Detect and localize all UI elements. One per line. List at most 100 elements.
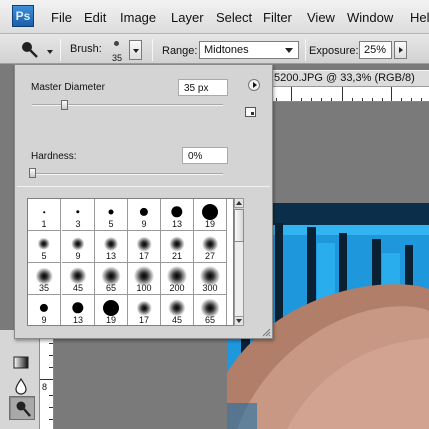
horizontal-ruler[interactable] (270, 87, 429, 102)
brush-size-label: 65 (105, 283, 116, 293)
ruler-tick (331, 98, 332, 101)
brush-preset[interactable]: 5 (95, 199, 128, 231)
master-diameter-slider-thumb[interactable] (61, 100, 68, 110)
ruler-tick (49, 407, 53, 408)
panel-menu-button[interactable] (248, 79, 260, 91)
hardness-slider[interactable] (32, 173, 223, 175)
ruler-tick (301, 98, 302, 101)
ruler-tick (411, 98, 412, 101)
brush-preset[interactable]: 27 (194, 231, 227, 263)
chevron-down-icon[interactable] (47, 50, 53, 54)
ruler-tick (49, 343, 53, 344)
tool-preset-picker[interactable] (19, 40, 45, 60)
scrollbar-thumb[interactable] (234, 209, 244, 242)
brush-tip-icon (171, 206, 183, 218)
brush-preset[interactable]: 5 (28, 231, 61, 263)
brush-size-label: 200 (169, 283, 185, 293)
vertical-ruler[interactable]: 8 (39, 335, 54, 429)
brush-size-label: 9 (41, 315, 47, 325)
menu-layer[interactable]: Layer (171, 10, 204, 25)
ruler-number: 8 (42, 382, 48, 392)
ruler-tick (49, 355, 53, 356)
brush-tip-icon (202, 236, 218, 252)
menu-view[interactable]: View (307, 10, 335, 25)
gradient-tool[interactable] (9, 352, 35, 376)
brush-preset[interactable]: 21 (161, 231, 194, 263)
ruler-tick (49, 419, 53, 420)
ruler-tick (49, 367, 53, 368)
range-select[interactable]: Midtones (199, 41, 299, 59)
ruler-tick (401, 98, 402, 101)
brush-tip-icon (139, 207, 149, 217)
scroll-up-button[interactable] (234, 198, 244, 208)
exposure-slider-button[interactable] (394, 41, 407, 59)
menu-edit[interactable]: Edit (84, 10, 106, 25)
brush-size-label: 45 (171, 315, 182, 325)
resize-grip-icon[interactable] (262, 328, 271, 337)
exposure-input[interactable]: 25% (359, 41, 392, 59)
menu-filter[interactable]: Filter (263, 10, 292, 25)
brush-preset[interactable]: 13 (95, 231, 128, 263)
brush-preset[interactable]: 13 (161, 199, 194, 231)
brush-size-label: 19 (204, 219, 215, 229)
menu-file[interactable]: File (51, 10, 72, 25)
brush-preview-icon[interactable] (114, 41, 119, 46)
brush-preset[interactable]: 200 (161, 263, 194, 295)
brush-tip-icon (43, 211, 45, 213)
brush-preset[interactable]: 45 (62, 263, 95, 295)
blur-tool[interactable] (9, 374, 35, 398)
hardness-field[interactable]: 0% (182, 147, 228, 164)
divider (60, 39, 61, 61)
divider (152, 39, 153, 61)
brush-preset[interactable]: 3 (62, 199, 95, 231)
brush-preset[interactable]: 9 (128, 199, 161, 231)
brush-tip-icon (104, 237, 118, 251)
brush-preset[interactable]: 300 (194, 263, 227, 295)
brush-preset-picker: Master Diameter 35 px Hardness: 0% 13591… (14, 64, 273, 339)
photoshop-logo: Ps (12, 5, 34, 27)
brush-preset[interactable]: 13 (62, 295, 95, 325)
brush-size-label: 9 (141, 219, 147, 229)
new-preset-icon[interactable] (245, 107, 256, 117)
brush-preset[interactable]: 9 (28, 295, 61, 325)
brush-size-label: 19 (105, 315, 116, 325)
brush-preset[interactable]: 9 (62, 231, 95, 263)
brush-tip-icon (103, 300, 119, 316)
burn-tool[interactable] (9, 396, 35, 420)
brush-preset[interactable]: 65 (194, 295, 227, 325)
hardness-slider-thumb[interactable] (29, 168, 36, 178)
brush-size-label: 45 (72, 283, 83, 293)
brush-size-label: 13 (72, 315, 83, 325)
ruler-tick (372, 98, 373, 101)
brush-tip-icon (76, 210, 80, 214)
ruler-tick (342, 87, 343, 101)
brush-preset[interactable]: 19 (194, 199, 227, 231)
menu-window[interactable]: Window (347, 10, 393, 25)
brush-size-value: 35 (112, 53, 123, 63)
master-diameter-field[interactable]: 35 px (178, 79, 228, 96)
brush-preset[interactable]: 17 (128, 295, 161, 325)
brush-size-label: 21 (171, 251, 182, 261)
scroll-down-button[interactable] (234, 316, 244, 326)
brush-preset[interactable]: 17 (128, 231, 161, 263)
brush-size-label: 17 (138, 251, 149, 261)
ruler-tick (352, 98, 353, 101)
brush-preset[interactable]: 65 (95, 263, 128, 295)
brush-picker-button[interactable] (129, 40, 142, 60)
brush-preset[interactable]: 19 (95, 295, 128, 325)
brush-preset[interactable]: 1 (28, 199, 61, 231)
brush-preset[interactable]: 35 (28, 263, 61, 295)
brush-preset[interactable]: 45 (161, 295, 194, 325)
ruler-tick (321, 98, 322, 101)
brush-tip-icon (39, 303, 49, 313)
hardness-label: Hardness: (31, 151, 77, 162)
ruler-tick (39, 379, 53, 380)
brush-size-label: 3 (75, 219, 81, 229)
document-title: 5200.JPG @ 33,3% (RGB/8) (274, 72, 415, 84)
menu-select[interactable]: Select (216, 10, 252, 25)
brush-preset[interactable]: 100 (128, 263, 161, 295)
brush-size-label: 65 (204, 315, 215, 325)
menu-image[interactable]: Image (120, 10, 156, 25)
ruler-tick (291, 87, 292, 101)
menu-help[interactable]: Hel (410, 10, 429, 25)
